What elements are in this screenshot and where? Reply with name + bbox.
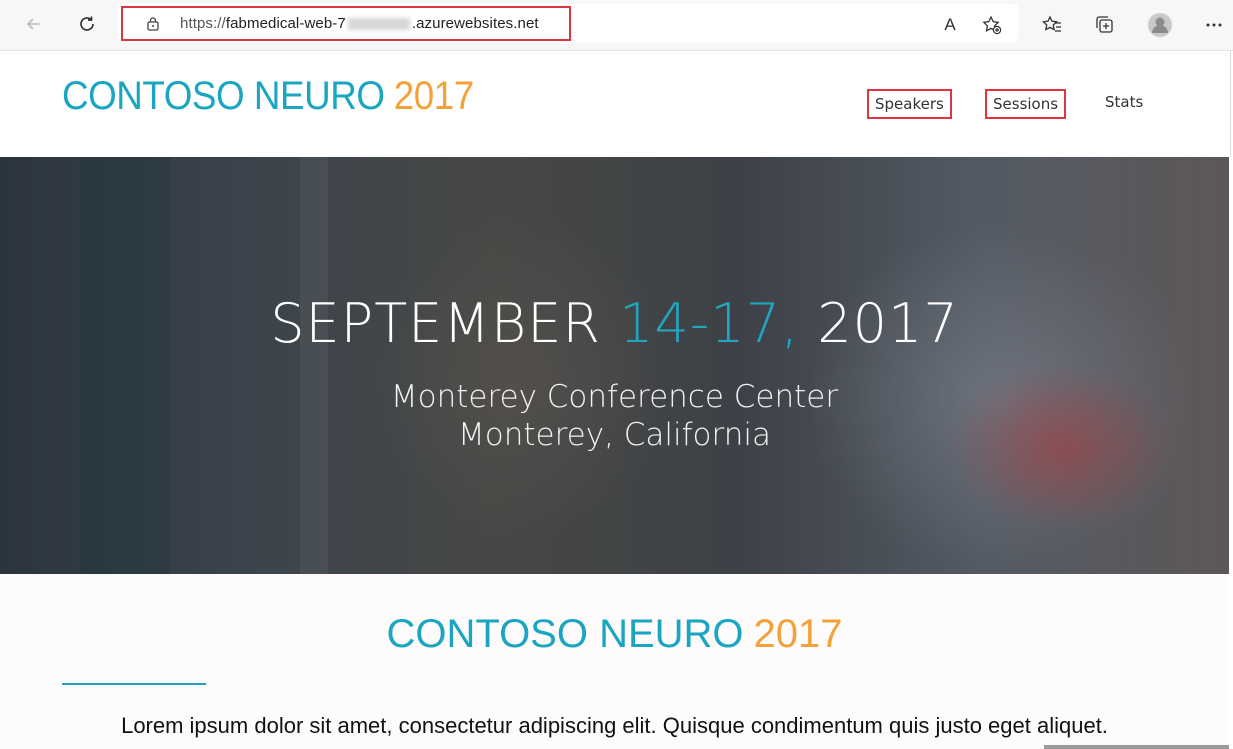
horizontal-scrollbar[interactable]	[1044, 745, 1229, 749]
site-header: CONTOSO NEURO 2017 Speakers Sessions Stat…	[0, 51, 1231, 157]
collections-icon	[1096, 16, 1113, 33]
nav-speakers[interactable]: Speakers	[867, 89, 952, 119]
nav-sessions[interactable]: Sessions	[985, 89, 1067, 119]
avatar-icon	[1148, 13, 1172, 37]
refresh-button[interactable]	[73, 10, 101, 38]
intro-text: Lorem ipsum dolor sit amet, consectetur …	[121, 713, 1108, 738]
event-venue: Monterey Conference Center	[390, 379, 839, 415]
read-aloud-button[interactable]: A	[935, 10, 965, 40]
back-button[interactable]	[20, 10, 48, 38]
divider	[62, 683, 206, 685]
browser-toolbar: https://fabmedical-web-7 .azurewebsites.n…	[0, 0, 1233, 51]
url-text: https://fabmedical-web-7 .azurewebsites.n…	[180, 15, 539, 32]
profile-button[interactable]	[1145, 10, 1175, 40]
event-dates-heading: SEPTEMBER 14-17, 2017	[270, 292, 959, 355]
address-bar[interactable]: https://fabmedical-web-7 .azurewebsites.n…	[121, 6, 571, 41]
hero-banner: SEPTEMBER 14-17, 2017 Monterey Conferenc…	[0, 157, 1229, 574]
section-title: CONTOSO NEURO 2017	[386, 612, 843, 656]
more-icon	[1206, 23, 1222, 27]
intro-section: CONTOSO NEURO 2017 Lorem ipsum dolor sit …	[0, 574, 1229, 749]
more-options-button[interactable]	[1199, 10, 1229, 40]
refresh-icon	[80, 16, 94, 31]
read-aloud-icon: A	[944, 15, 956, 34]
site-logo[interactable]: CONTOSO NEURO 2017	[62, 74, 474, 119]
star-add-icon	[982, 15, 1002, 35]
nav-stats[interactable]: Stats	[1099, 89, 1149, 115]
back-arrow-icon	[26, 18, 40, 30]
add-favorite-button[interactable]	[977, 10, 1007, 40]
event-city: Monterey, California	[458, 417, 771, 453]
redacted-text	[347, 18, 410, 31]
favorites-button[interactable]	[1037, 10, 1067, 40]
hero-overlay	[0, 157, 1229, 574]
favorites-icon	[1041, 15, 1061, 32]
lock-icon[interactable]	[145, 16, 161, 32]
collections-button[interactable]	[1090, 10, 1120, 40]
